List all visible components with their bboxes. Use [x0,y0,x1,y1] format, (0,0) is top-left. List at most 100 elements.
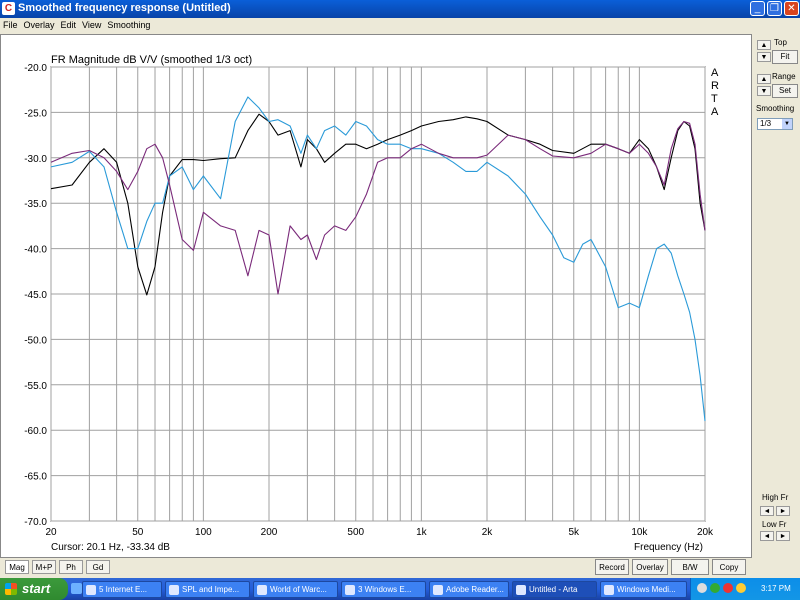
system-tray: 3:17 PM [690,578,800,600]
restore-button[interactable]: ❐ [767,1,782,16]
series-lines [50,96,706,422]
bw-button[interactable]: B/W [671,559,709,575]
menu-file[interactable]: File [0,18,21,32]
overlay-button[interactable]: Overlay [632,559,668,575]
taskbar-item[interactable]: Adobe Reader... [429,581,509,598]
low-fr-label: Low Fr [762,520,787,529]
chevron-down-icon: ▼ [782,119,792,129]
range-label: Range [772,72,796,81]
cursor-readout: Cursor: 20.1 Hz, -33.34 dB [51,542,170,553]
start-button[interactable]: start [0,578,68,600]
volume-icon[interactable] [697,583,707,593]
menu-smoothing[interactable]: Smoothing [104,18,153,32]
windows-taskbar: start 5 Internet E... SPL and Impe... Wo… [0,578,800,600]
y-tick-label: -20.0 [24,63,47,74]
document-icon [169,585,179,595]
plot-area: FR Magnitude dB V/V (smoothed 1/3 oct) -… [0,34,752,558]
windows-flag-icon [5,583,17,595]
high-fr-label: High Fr [762,493,789,502]
taskbar-item[interactable]: SPL and Impe... [165,581,250,598]
x-axis-ticks: 20 50 100 200 500 1k 2k 5k 10k 20k [45,527,714,538]
y-tick-label: -40.0 [24,245,47,256]
menu-edit[interactable]: Edit [58,18,80,32]
x-tick-label: 20 [45,527,57,538]
side-label-letter: R [711,80,719,92]
game-icon [257,585,267,595]
frequency-response-chart[interactable]: FR Magnitude dB V/V (smoothed 1/3 oct) -… [1,35,751,557]
top-up-button[interactable]: ▲ [757,40,771,50]
y-tick-label: -25.0 [24,108,47,119]
x-tick-label: 50 [132,527,144,538]
fit-button[interactable]: Fit [772,50,798,64]
security-icon[interactable] [723,583,733,593]
update-icon[interactable] [736,583,746,593]
x-tick-label: 2k [482,527,494,538]
taskbar-item[interactable]: 5 Internet E... [82,581,162,598]
start-label: start [22,581,51,596]
high-fr-right-button[interactable]: ► [776,506,790,516]
menu-bar: File Overlay Edit View Smoothing [0,18,800,32]
pdf-icon [433,585,443,595]
menu-overlay[interactable]: Overlay [21,18,58,32]
x-tick-label: 200 [261,527,278,538]
tab-mag[interactable]: Mag [5,560,29,574]
smoothing-value: 1/3 [760,119,772,128]
tab-mp[interactable]: M+P [32,560,56,574]
taskbar-item[interactable]: 3 Windows E... [341,581,426,598]
copy-button[interactable]: Copy [712,559,746,575]
grid-lines [50,66,706,522]
record-button[interactable]: Record [595,559,629,575]
close-button[interactable]: ✕ [784,1,799,16]
x-tick-label: 100 [195,527,212,538]
ie-icon [86,585,96,595]
x-tick-label: 20k [697,527,714,538]
series-line-blue [50,96,706,422]
right-control-panel: Top ▲ ▼ Fit Range ▲ ▼ Set Smoothing 1/3 ▼… [752,34,800,558]
x-tick-label: 10k [631,527,648,538]
series-line-black [50,113,706,296]
tab-ph[interactable]: Ph [59,560,83,574]
x-tick-label: 500 [347,527,364,538]
low-fr-left-button[interactable]: ◄ [760,531,774,541]
series-line-purple [50,120,706,295]
side-label-letter: T [711,93,718,105]
smoothing-select[interactable]: 1/3 ▼ [757,118,793,130]
side-label-letter: A [711,67,719,79]
quicklaunch-icon[interactable] [71,583,82,594]
low-fr-right-button[interactable]: ► [776,531,790,541]
window-title: Smoothed frequency response (Untitled) [18,2,231,14]
side-label-letter: A [711,106,719,118]
top-down-button[interactable]: ▼ [757,52,771,62]
x-tick-label: 5k [568,527,580,538]
y-tick-label: -55.0 [24,381,47,392]
y-tick-label: -70.0 [24,517,47,528]
y-tick-label: -60.0 [24,426,47,437]
tab-gd[interactable]: Gd [86,560,110,574]
y-tick-label: -50.0 [24,335,47,346]
range-up-button[interactable]: ▲ [757,74,771,84]
high-fr-left-button[interactable]: ◄ [760,506,774,516]
network-icon[interactable] [710,583,720,593]
bottom-toolbar: Mag M+P Ph Gd Record Overlay B/W Copy [0,558,800,578]
x-axis-label: Frequency (Hz) [634,542,703,553]
taskbar-item[interactable]: World of Warc... [253,581,338,598]
taskbar-item-active[interactable]: Untitled - Arta [512,581,597,598]
menu-view[interactable]: View [79,18,104,32]
folder-icon [345,585,355,595]
top-label: Top [774,38,787,47]
set-button[interactable]: Set [772,84,798,98]
range-down-button[interactable]: ▼ [757,86,771,96]
minimize-button[interactable]: _ [750,1,765,16]
title-bar: C Smoothed frequency response (Untitled)… [0,0,800,18]
smoothing-label: Smoothing [756,104,795,113]
y-tick-label: -30.0 [24,154,47,165]
taskbar-item[interactable]: Windows Medi... [600,581,687,598]
y-tick-label: -45.0 [24,290,47,301]
app-icon: C [2,2,15,15]
arta-icon [516,585,526,595]
y-tick-label: -65.0 [24,472,47,483]
chart-title: FR Magnitude dB V/V (smoothed 1/3 oct) [51,54,252,66]
y-axis-ticks: -20.0 -25.0 -30.0 -35.0 -40.0 -45.0 -50.0 -55.0… [24,63,47,528]
x-tick-label: 1k [416,527,428,538]
arta-side-label: ARTA [711,67,719,118]
